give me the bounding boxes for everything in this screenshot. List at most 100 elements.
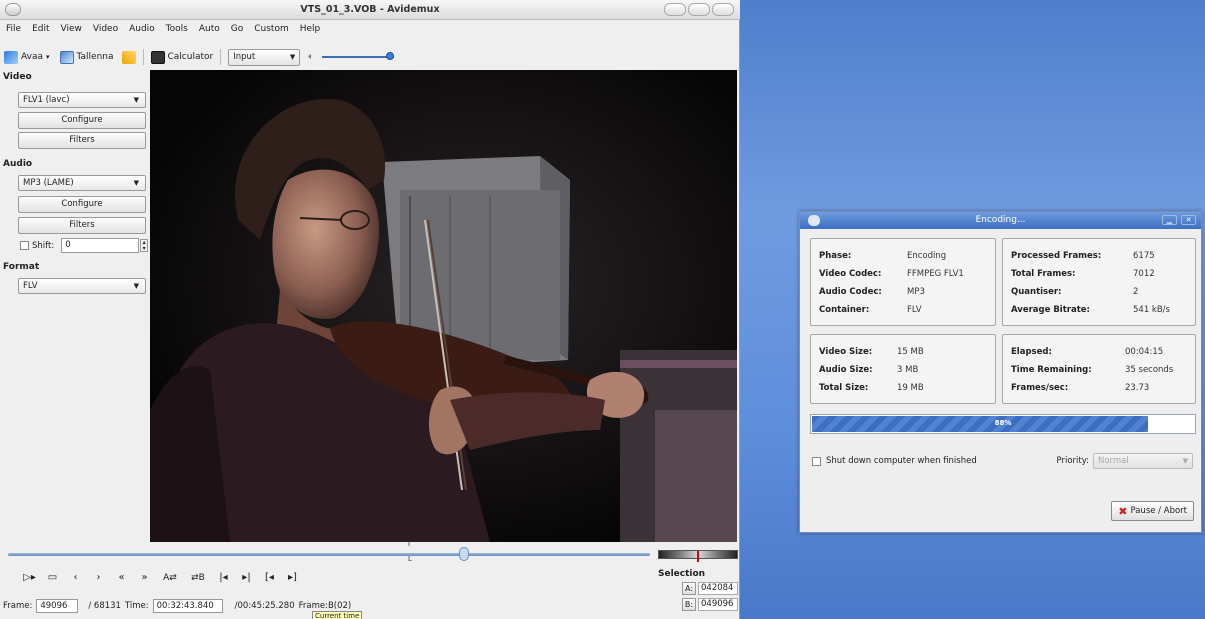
elapsed-value: 00:04:15	[1125, 347, 1164, 357]
menu-edit[interactable]: Edit	[32, 24, 49, 34]
open-button[interactable]: Avaa ▾	[4, 50, 50, 64]
chevron-down-icon: ▼	[289, 53, 296, 61]
audio-size-value: 3 MB	[897, 365, 919, 375]
duration: /00:45:25.280	[234, 601, 295, 611]
volume-slider[interactable]	[321, 50, 402, 64]
total-size-value: 19 MB	[897, 383, 924, 393]
volume-knob[interactable]	[385, 52, 394, 60]
video-preview[interactable]	[150, 70, 737, 542]
video-filters-button[interactable]: Filters	[18, 132, 146, 149]
previous-frame-button[interactable]: ‹	[64, 572, 87, 583]
timeline-knob[interactable]	[459, 547, 469, 561]
set-marker-b-button[interactable]: ⇄B	[184, 573, 212, 583]
sizes-info-box: Video Size: 15 MB Audio Size: 3 MB Total…	[810, 334, 996, 404]
next-frame-button[interactable]: ›	[87, 572, 110, 583]
shift-input[interactable]: 0 ▴ ▾	[61, 238, 149, 253]
timeline-slider[interactable]: ᒥ ᒪ	[8, 540, 650, 564]
quantiser-label: Quantiser:	[1011, 287, 1062, 297]
format-section-label: Format	[3, 262, 40, 272]
marker-a-tick: ᒥ	[408, 540, 412, 548]
dialog-minimize-button[interactable]: ▁	[1162, 215, 1177, 225]
menu-file[interactable]: File	[6, 24, 21, 34]
video-configure-button[interactable]: Configure	[18, 112, 146, 129]
close-button[interactable]	[712, 3, 734, 16]
audio-codec-select[interactable]: MP3 (LAME) ▼	[18, 175, 146, 191]
frame-input[interactable]: 49096	[36, 599, 79, 613]
timeline-track	[8, 553, 650, 556]
dialog-close-button[interactable]: ✕	[1181, 215, 1196, 225]
menu-audio[interactable]: Audio	[129, 24, 155, 34]
transport-controls: ▷▸ ▭ ‹ › « » A⇄ ⇄B |◂ ▸| [◂ ▸]	[18, 572, 304, 583]
shift-checkbox[interactable]	[20, 241, 29, 250]
set-marker-a-button[interactable]: A⇄	[156, 573, 184, 583]
total-frames-label: Total Frames:	[1011, 269, 1076, 279]
current-time-tooltip: Current time	[312, 611, 363, 619]
time-remaining-row: Time Remaining: 35 seconds	[1011, 365, 1173, 375]
goto-b-button[interactable]: B:	[682, 598, 696, 611]
goto-marker-a-button[interactable]: |◂	[212, 572, 235, 583]
total-size-label: Total Size:	[819, 383, 869, 393]
video-codec-select[interactable]: FLV1 (lavc) ▼	[18, 92, 146, 108]
menu-custom[interactable]: Custom	[254, 24, 288, 34]
time-label: Time:	[124, 601, 149, 611]
frames-per-second-row: Frames/sec: 23.73	[1011, 383, 1149, 393]
quantiser-value: 2	[1133, 287, 1139, 297]
abort-icon: ✖	[1118, 504, 1128, 518]
total-frames: / 68131	[88, 601, 121, 611]
time-remaining-label: Time Remaining:	[1011, 365, 1092, 375]
codec-info-box: Phase: Encoding Video Codec: FFMPEG FLV1…	[810, 238, 996, 326]
violinist-video-frame	[150, 70, 737, 542]
speaker-icon: 🔈︎	[308, 52, 314, 62]
pause-abort-button[interactable]: ✖ Pause / Abort	[1111, 501, 1194, 521]
audio-section-label: Audio	[3, 159, 33, 169]
goto-a-button[interactable]: A:	[682, 582, 696, 595]
shutdown-checkbox[interactable]	[812, 456, 821, 466]
chevron-down-icon: ▼	[133, 282, 139, 290]
first-frame-button[interactable]: [◂	[258, 572, 281, 583]
menu-auto[interactable]: Auto	[199, 24, 220, 34]
dialog-window-controls: ▁ ✕	[1162, 215, 1196, 225]
volume-track	[321, 56, 394, 58]
maximize-button[interactable]	[688, 3, 710, 16]
video-codec-row: Video Codec: FFMPEG FLV1	[819, 269, 964, 279]
time-input[interactable]: 00:32:43.840	[152, 599, 223, 613]
audio-codec-label: Audio Codec:	[819, 287, 882, 297]
title-bar: VTS_01_3.VOB - Avidemux	[0, 0, 740, 20]
menu-tools[interactable]: Tools	[166, 24, 188, 34]
previous-keyframe-button[interactable]: «	[110, 572, 133, 583]
average-bitrate-value: 541 kB/s	[1133, 305, 1170, 315]
last-frame-button[interactable]: ▸]	[281, 572, 304, 583]
play-button[interactable]: ▷▸	[18, 572, 41, 583]
phase-label: Phase:	[819, 251, 852, 261]
window-controls	[664, 3, 734, 16]
chevron-down-icon: ▼	[133, 96, 139, 104]
shutdown-label: Shut down computer when finished	[826, 456, 977, 466]
priority-select[interactable]: Normal ▼	[1093, 453, 1193, 469]
menu-go[interactable]: Go	[231, 24, 243, 34]
menu-video[interactable]: Video	[93, 24, 118, 34]
goto-marker-b-button[interactable]: ▸|	[235, 572, 258, 583]
audio-filters-button[interactable]: Filters	[18, 217, 146, 234]
minimize-button[interactable]	[664, 3, 686, 16]
format-select[interactable]: FLV ▼	[18, 278, 146, 294]
wand-icon[interactable]	[121, 50, 136, 64]
color-bar	[658, 550, 738, 562]
calculator-button[interactable]: Calculator	[150, 50, 213, 64]
priority-row: Priority: Normal ▼	[1057, 453, 1193, 469]
menu-help[interactable]: Help	[300, 24, 321, 34]
audio-configure-button[interactable]: Configure	[18, 196, 146, 213]
phase-value: Encoding	[907, 251, 947, 261]
shutdown-row: Shut down computer when finished	[812, 456, 977, 466]
frame-label: Frame:	[3, 601, 33, 611]
save-button[interactable]: Tallenna	[59, 50, 114, 64]
processed-frames-value: 6175	[1133, 251, 1155, 261]
dialog-title: Encoding...	[975, 215, 1026, 225]
shift-spin-buttons[interactable]: ▴ ▾	[140, 239, 149, 252]
menu-view[interactable]: View	[61, 24, 82, 34]
average-bitrate-label: Average Bitrate:	[1011, 305, 1090, 315]
stop-button[interactable]: ▭	[41, 572, 64, 583]
frames-per-second-label: Frames/sec:	[1011, 383, 1069, 393]
input-select[interactable]: Input ▼	[228, 48, 301, 66]
audio-codec-value: MP3	[907, 287, 925, 297]
next-keyframe-button[interactable]: »	[133, 572, 156, 583]
